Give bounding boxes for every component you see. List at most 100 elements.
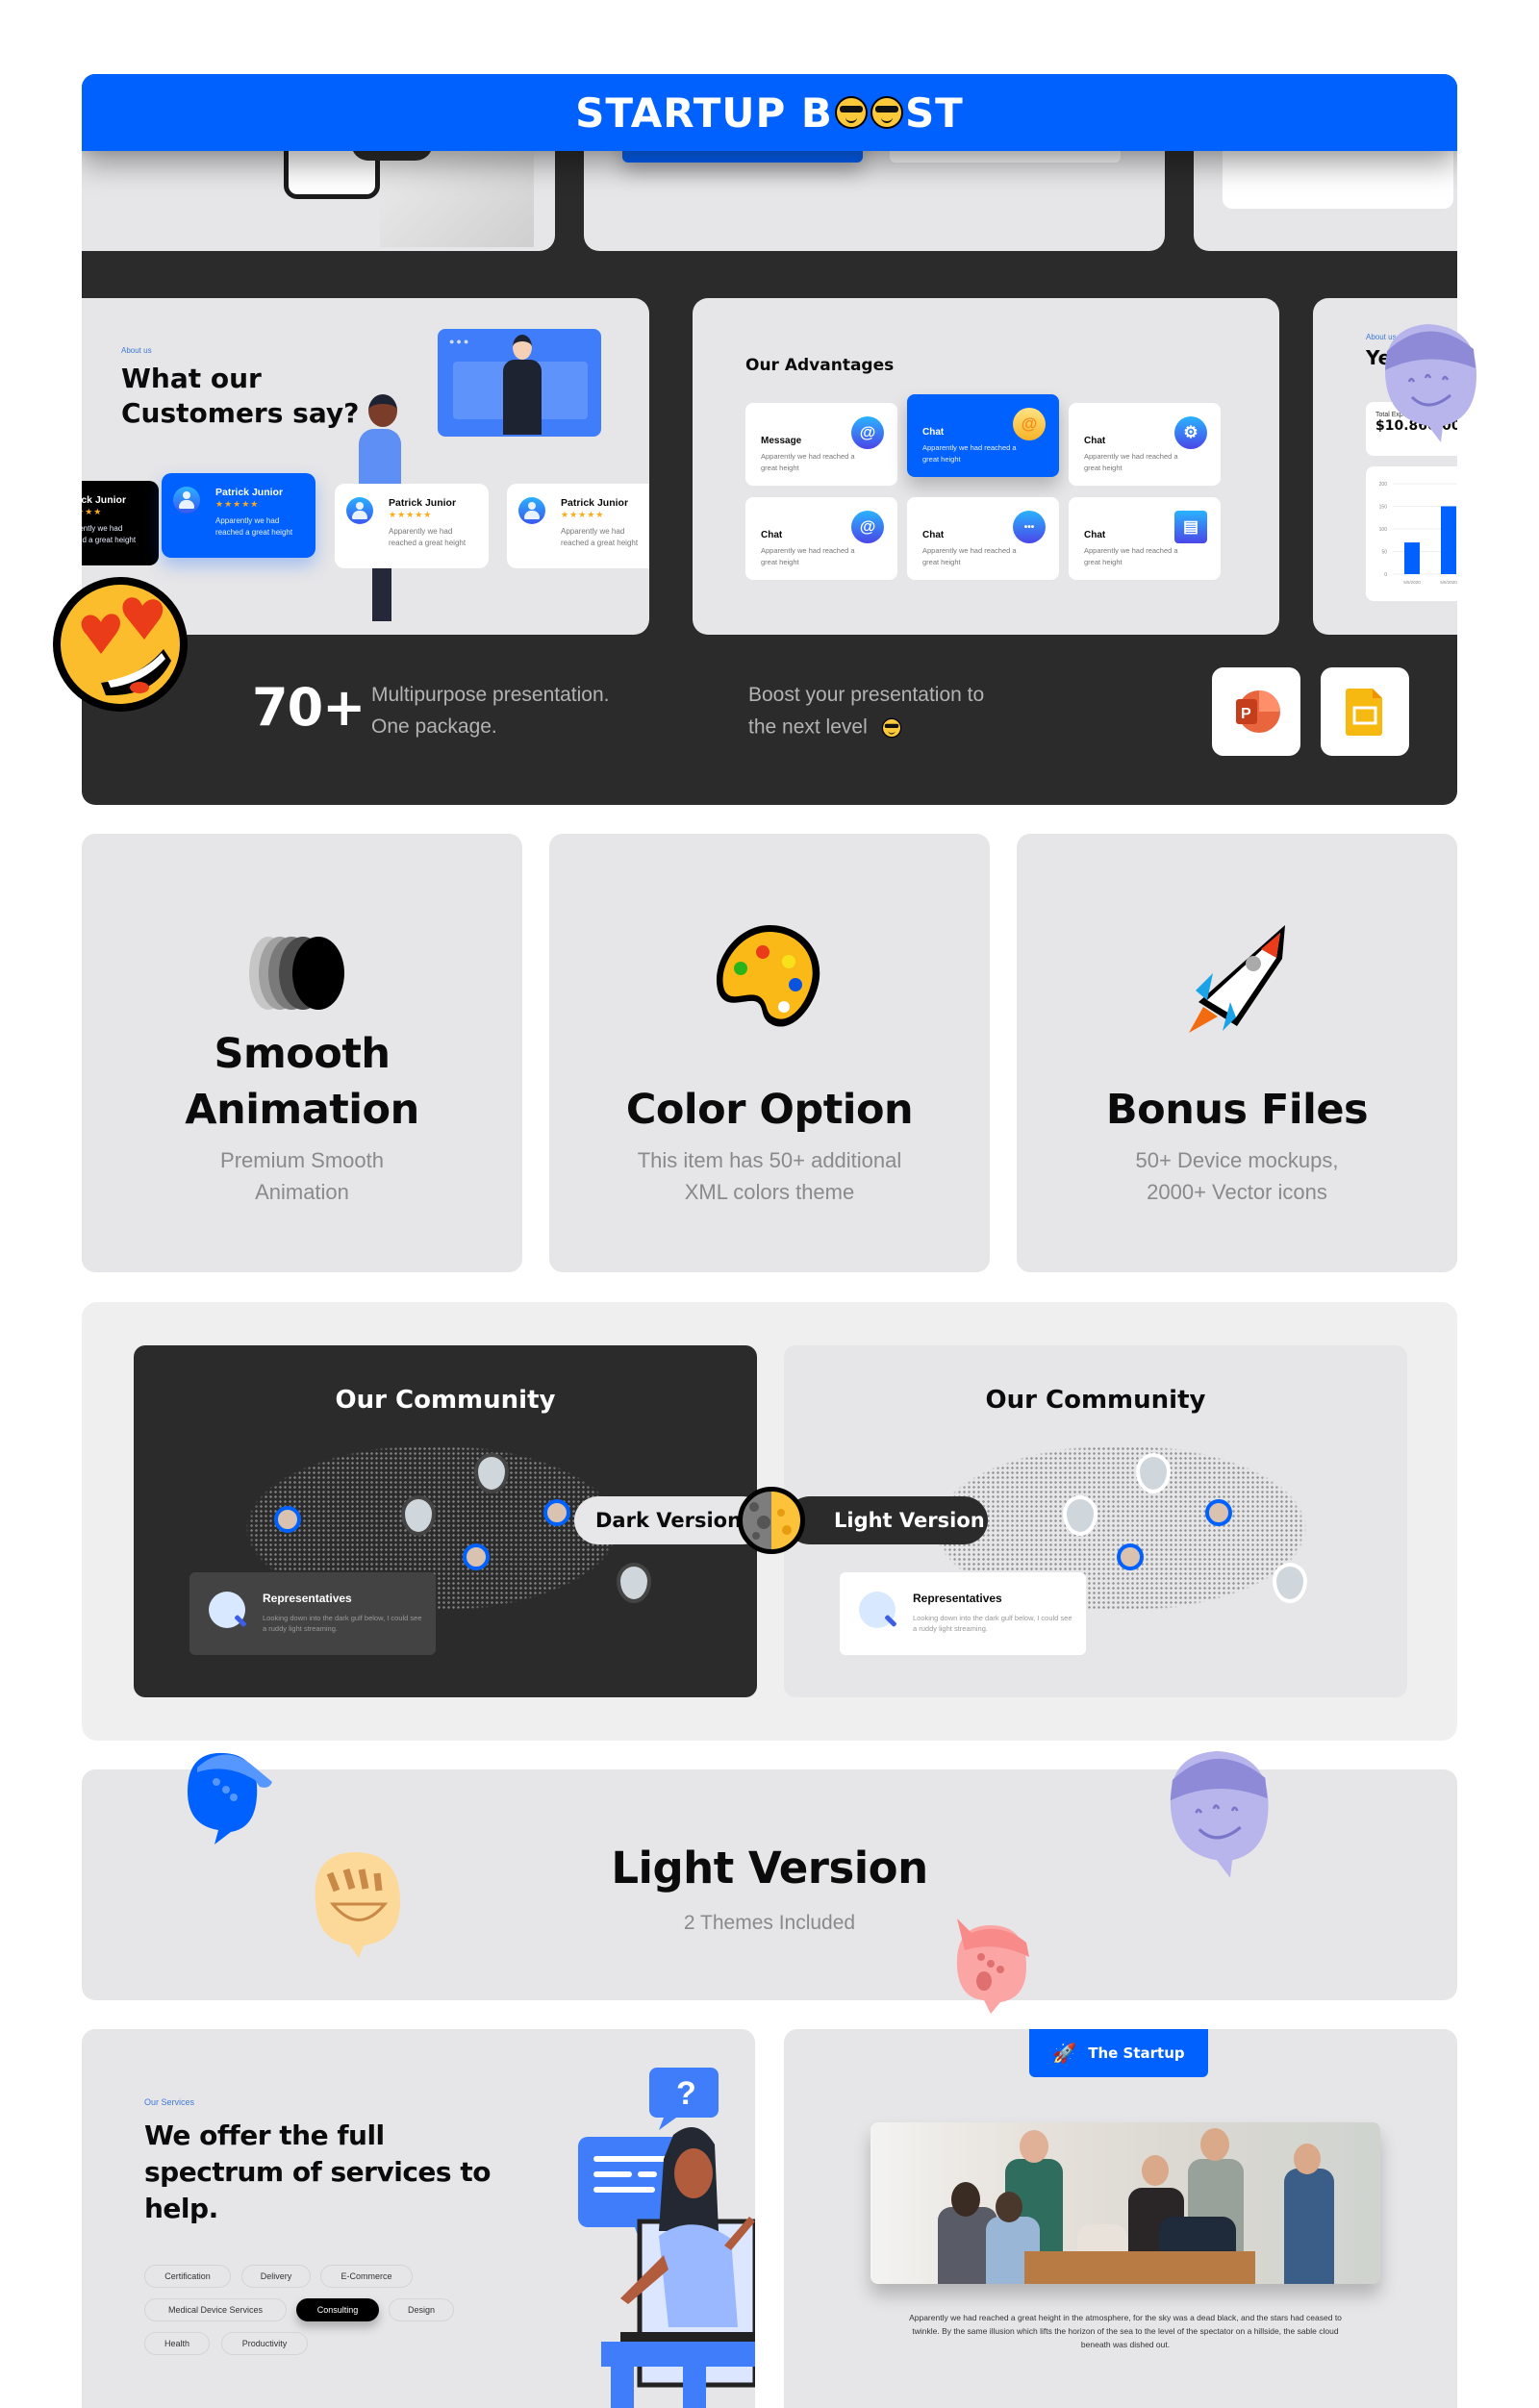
y-tick-label: 50	[1381, 550, 1387, 556]
y-tick-label: 200	[1379, 482, 1388, 488]
beanie-character-icon	[1170, 1750, 1269, 1878]
feature-subtitle: Premium Smooth Animation	[220, 1148, 384, 1204]
video-call-illustration: ●●●	[438, 329, 601, 437]
expense-chart-card: 0 50 100 150 200 5/5/2020 5/6/2020	[1366, 466, 1457, 601]
map-pin-avatar	[1117, 1543, 1144, 1570]
tagline-boost: Boost your presentation to the next leve…	[748, 684, 985, 739]
feature-card-color-option: Color Option This item has 50+ additiona…	[549, 834, 990, 1272]
motion-circles-icon	[249, 937, 344, 1010]
service-chip[interactable]: Delivery	[241, 2265, 311, 2288]
sunglasses-emoji-icon	[881, 717, 901, 738]
avatar	[173, 487, 200, 514]
representatives-card: Representatives Looking down into the da…	[840, 1572, 1086, 1655]
palette-icon	[716, 925, 820, 1027]
advantage-card: ▤ Chat Apparently we had reached a great…	[1069, 497, 1221, 580]
team-photo	[870, 2122, 1380, 2284]
service-chip[interactable]: Design	[389, 2298, 454, 2321]
x-tick-label: 5/5/2020	[1403, 580, 1421, 585]
representatives-card: Representatives Looking down into the da…	[189, 1572, 436, 1655]
service-chip[interactable]: Productivity	[221, 2332, 308, 2355]
testimonial-card: Patrick Junior ★★★★★ Apparently we had r…	[507, 484, 649, 568]
startup-description: Apparently we had reached a great height…	[909, 2313, 1342, 2349]
service-chip-active[interactable]: Consulting	[296, 2298, 379, 2321]
advantage-card: @ Chat Apparently we had reached a great…	[745, 497, 897, 580]
newspaper-icon: ▤	[1174, 511, 1207, 543]
services-label: Our Services	[144, 2097, 195, 2107]
map-pin-avatar	[463, 1543, 490, 1570]
hero-bottom-strip: 70+ Multipurpose presentation. One packa…	[82, 651, 1457, 805]
rocket-icon: 🚀	[1052, 2042, 1077, 2065]
service-chip[interactable]: E-Commerce	[320, 2265, 413, 2288]
chart-bar	[1404, 542, 1420, 574]
customers-label: About us	[121, 346, 152, 355]
brand-banner: STARTUP B ST	[82, 74, 1457, 151]
map-pin-avatar	[543, 1499, 570, 1526]
brand-title: STARTUP B ST	[575, 88, 964, 137]
beanie-character-icon	[1385, 324, 1476, 442]
phone-at-icon: @	[1013, 408, 1046, 440]
service-chip[interactable]: Certification	[144, 2265, 231, 2288]
light-version-label[interactable]: Light Version	[786, 1496, 988, 1544]
analytics-search-icon	[209, 1592, 245, 1628]
avatar	[346, 497, 373, 524]
y-tick-label: 150	[1379, 505, 1388, 511]
blue-cap-character-icon	[188, 1752, 272, 1844]
grinning-character-icon	[315, 1852, 400, 1958]
avatar	[518, 497, 545, 524]
feature-title: Smooth Animation	[185, 1030, 419, 1134]
services-slide-preview: Our Services We offer the full spectrum …	[82, 2029, 755, 2408]
themes-included-subtitle: 2 Themes Included	[683, 1912, 856, 1934]
y-tick-label: 0	[1384, 572, 1387, 578]
customers-title: What our Customers say?	[121, 363, 360, 429]
google-slides-icon	[1346, 689, 1382, 736]
x-tick-label: 5/6/2020	[1440, 580, 1457, 585]
theme-toggle[interactable]: Dark Version Light Version	[574, 1487, 988, 1554]
service-chip[interactable]: Health	[144, 2332, 210, 2355]
gear-at-icon: ⚙	[1174, 416, 1207, 449]
svg-text:?: ?	[676, 2075, 696, 2112]
feature-card-smooth-animation: Smooth Animation Premium Smooth Animatio…	[82, 834, 522, 1272]
community-title: Our Community	[335, 1386, 556, 1415]
advantage-card-active: @ Chat Apparently we had reached a great…	[907, 394, 1059, 477]
feature-title: Color Option	[625, 1086, 914, 1134]
google-slides-app-tile[interactable]	[1321, 667, 1409, 756]
powerpoint-icon: P	[1236, 690, 1280, 733]
tagline-package: Multipurpose presentation. One package.	[371, 684, 610, 738]
hero-showcase: had reached a great height in the sky th…	[82, 74, 1457, 805]
map-pin-avatar	[1205, 1499, 1232, 1526]
svg-text:P: P	[1241, 706, 1251, 722]
feature-subtitle: This item has 50+ additional XML colors …	[637, 1148, 902, 1204]
startup-badge: 🚀 The Startup	[1029, 2029, 1208, 2077]
startup-slide-preview: 🚀 The Startup Apparently we had reached …	[784, 2029, 1457, 2408]
testimonial-card: Patrick Junior ★★★★★ Apparently we had r…	[82, 481, 159, 565]
chart-bar	[1441, 506, 1456, 574]
advantage-card: ⚙ Chat Apparently we had reached a great…	[1069, 403, 1221, 486]
sunglasses-emoji-icon	[834, 96, 903, 129]
chat-dots-icon: •••	[1013, 511, 1046, 543]
service-chip[interactable]: Medical Device Services	[144, 2298, 287, 2321]
feature-title: Bonus Files	[1105, 1086, 1369, 1134]
testimonial-card: Patrick Junior ★★★★★ Apparently we had r…	[162, 473, 315, 558]
at-bubble-icon: @	[851, 416, 884, 449]
head-at-icon: @	[851, 511, 884, 543]
community-title: Our Community	[985, 1386, 1206, 1415]
expense-bar-chart: 0 50 100 150 200 5/5/2020 5/6/2020	[1379, 482, 1457, 585]
advantages-grid: @ Message Apparently we had reached a gr…	[745, 394, 1226, 587]
y-tick-label: 100	[1379, 527, 1388, 533]
advantage-card: ••• Chat Apparently we had reached a gre…	[907, 497, 1059, 580]
support-agent-illustration: ?	[578, 2068, 755, 2408]
map-pin-avatar	[274, 1506, 301, 1533]
feature-subtitle: 50+ Device mockups, 2000+ Vector icons	[1135, 1148, 1339, 1204]
services-title: We offer the full spectrum of services t…	[144, 2120, 491, 2224]
heart-eyes-emoji-icon	[53, 577, 188, 712]
half-moon-icon	[738, 1487, 805, 1554]
pink-cap-character-icon	[956, 1919, 1029, 2014]
template-count: 70+	[252, 677, 366, 738]
analytics-search-icon	[859, 1592, 896, 1628]
advantages-slide-preview: Our Advantages @ Message Apparently we h…	[693, 298, 1279, 635]
powerpoint-app-tile[interactable]: P	[1212, 667, 1300, 756]
advantage-card: @ Message Apparently we had reached a gr…	[745, 403, 897, 486]
rocket-icon	[1189, 925, 1285, 1033]
feature-card-bonus-files: Bonus Files 50+ Device mockups, 2000+ Ve…	[1017, 834, 1457, 1272]
testimonial-card: Patrick Junior ★★★★★ Apparently we had r…	[335, 484, 489, 568]
